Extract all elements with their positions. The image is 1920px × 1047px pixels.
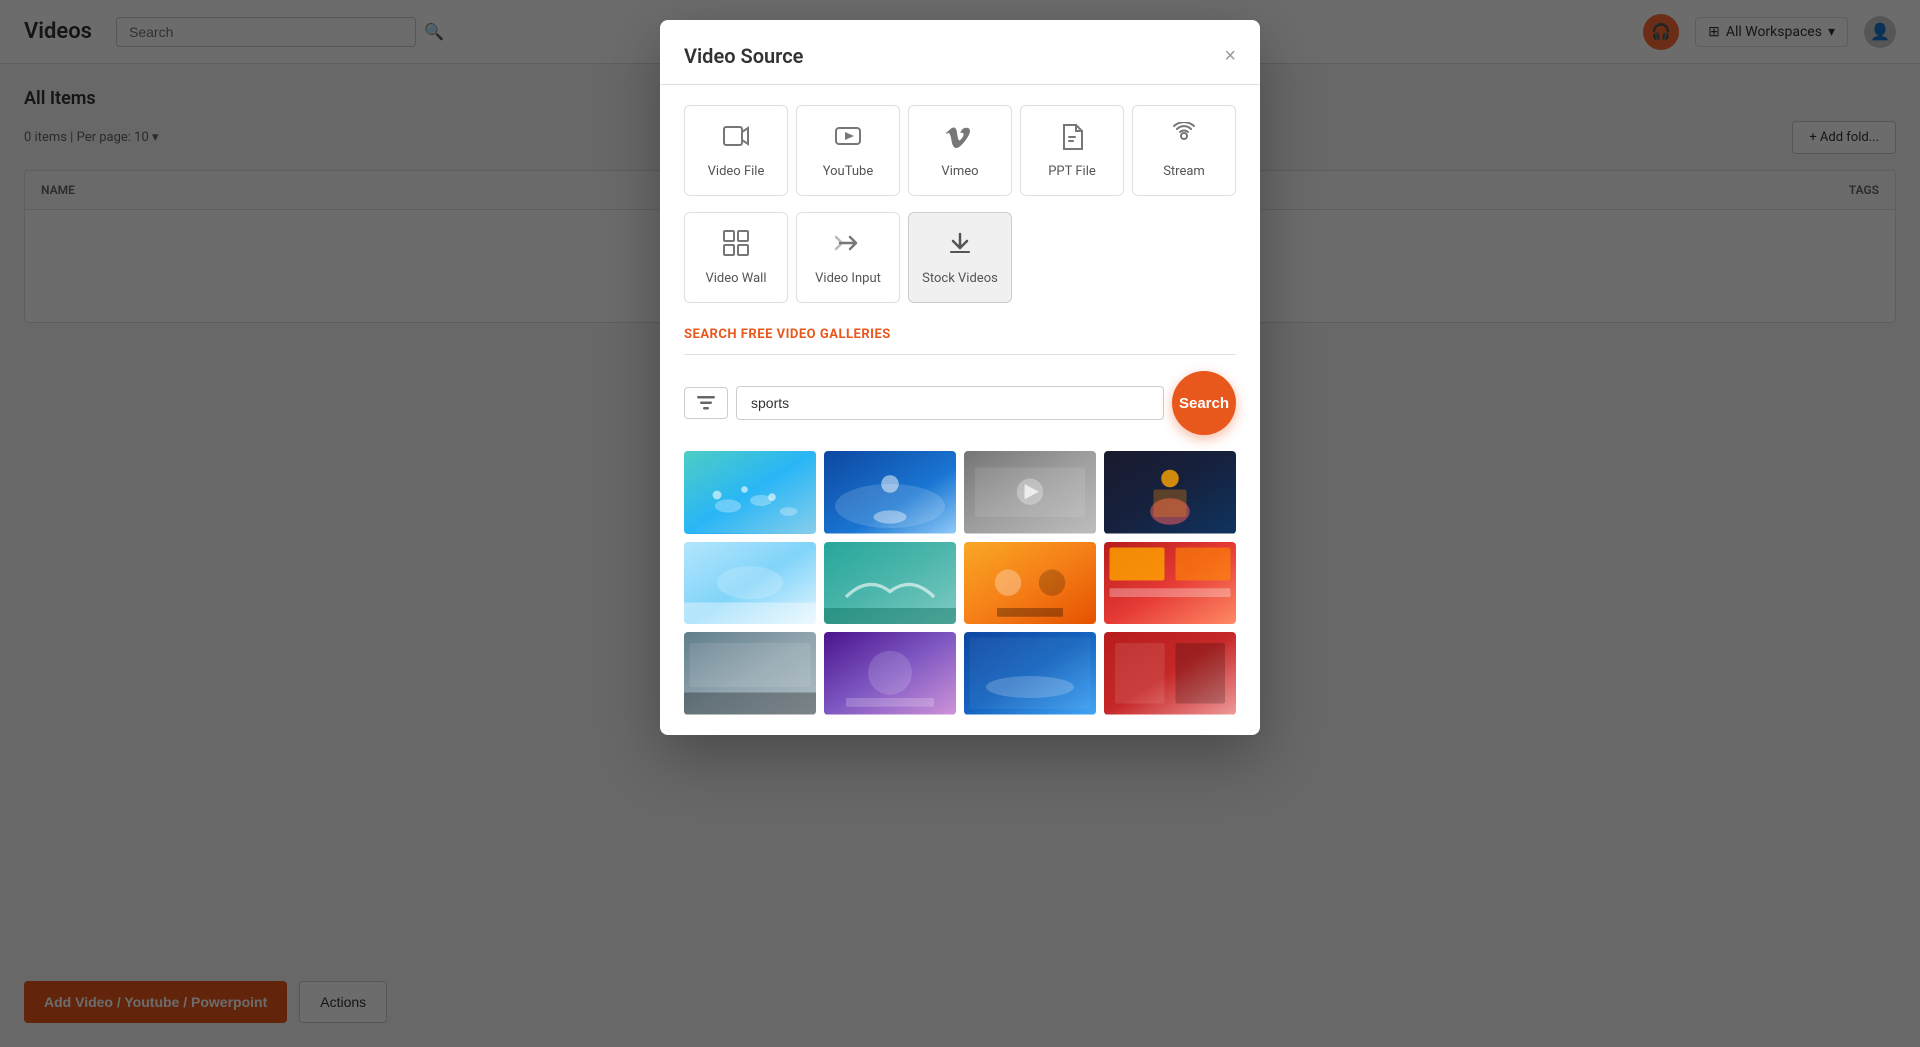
source-grid-row2: Video Wall Video Input bbox=[684, 212, 1236, 303]
source-item-stream-label: Stream bbox=[1163, 164, 1205, 179]
source-item-video-wall[interactable]: Video Wall bbox=[684, 212, 788, 303]
video-thumb-12[interactable] bbox=[1104, 632, 1236, 715]
modal-title: Video Source bbox=[684, 44, 803, 68]
source-item-video-wall-label: Video Wall bbox=[705, 271, 766, 286]
video-thumb-7[interactable] bbox=[964, 542, 1096, 625]
source-item-stream[interactable]: Stream bbox=[1132, 105, 1236, 196]
modal-body: Video File YouTube bbox=[660, 85, 1260, 735]
video-thumb-9[interactable] bbox=[684, 632, 816, 715]
youtube-icon bbox=[834, 122, 862, 156]
video-thumb-11[interactable] bbox=[964, 632, 1096, 715]
source-item-vimeo[interactable]: Vimeo bbox=[908, 105, 1012, 196]
source-item-youtube[interactable]: YouTube bbox=[796, 105, 900, 196]
video-results-grid bbox=[684, 451, 1236, 715]
search-button-label: Search bbox=[1179, 395, 1229, 412]
video-thumb-5[interactable] bbox=[684, 542, 816, 625]
modal-overlay[interactable]: Video Source × Video File bbox=[0, 0, 1920, 1047]
ppt-file-icon bbox=[1058, 122, 1086, 156]
video-wall-icon bbox=[722, 229, 750, 263]
video-thumb-3[interactable] bbox=[964, 451, 1096, 534]
source-item-stock-videos-label: Stock Videos bbox=[922, 271, 998, 286]
source-item-vimeo-label: Vimeo bbox=[941, 164, 978, 179]
filter-icon bbox=[697, 396, 715, 410]
stream-icon bbox=[1170, 122, 1198, 156]
video-file-icon bbox=[722, 122, 750, 156]
source-item-youtube-label: YouTube bbox=[823, 164, 874, 179]
video-source-modal: Video Source × Video File bbox=[660, 20, 1260, 735]
video-thumb-10[interactable] bbox=[824, 632, 956, 715]
vimeo-icon bbox=[946, 122, 974, 156]
source-item-video-input[interactable]: Video Input bbox=[796, 212, 900, 303]
source-item-video-input-label: Video Input bbox=[815, 271, 881, 286]
search-bar: Search bbox=[684, 371, 1236, 435]
modal-close-button[interactable]: × bbox=[1224, 46, 1236, 66]
search-button[interactable]: Search bbox=[1172, 371, 1236, 435]
video-thumb-2[interactable] bbox=[824, 451, 956, 534]
video-thumb-6[interactable] bbox=[824, 542, 956, 625]
divider bbox=[684, 354, 1236, 355]
modal-header: Video Source × bbox=[660, 20, 1260, 85]
stock-videos-icon bbox=[946, 229, 974, 263]
video-thumb-1[interactable] bbox=[684, 451, 816, 534]
source-grid-row1: Video File YouTube bbox=[684, 105, 1236, 196]
gallery-search-input[interactable] bbox=[736, 386, 1164, 420]
video-input-icon bbox=[834, 229, 862, 263]
source-item-ppt-label: PPT File bbox=[1048, 164, 1096, 179]
video-thumb-4[interactable] bbox=[1104, 451, 1236, 534]
video-thumb-8[interactable] bbox=[1104, 542, 1236, 625]
filter-button[interactable] bbox=[684, 387, 728, 419]
source-item-video-file-label: Video File bbox=[708, 164, 765, 179]
search-galleries-label: SEARCH FREE VIDEO GALLERIES bbox=[684, 327, 1236, 342]
source-item-video-file[interactable]: Video File bbox=[684, 105, 788, 196]
source-item-ppt-file[interactable]: PPT File bbox=[1020, 105, 1124, 196]
source-item-stock-videos[interactable]: Stock Videos bbox=[908, 212, 1012, 303]
